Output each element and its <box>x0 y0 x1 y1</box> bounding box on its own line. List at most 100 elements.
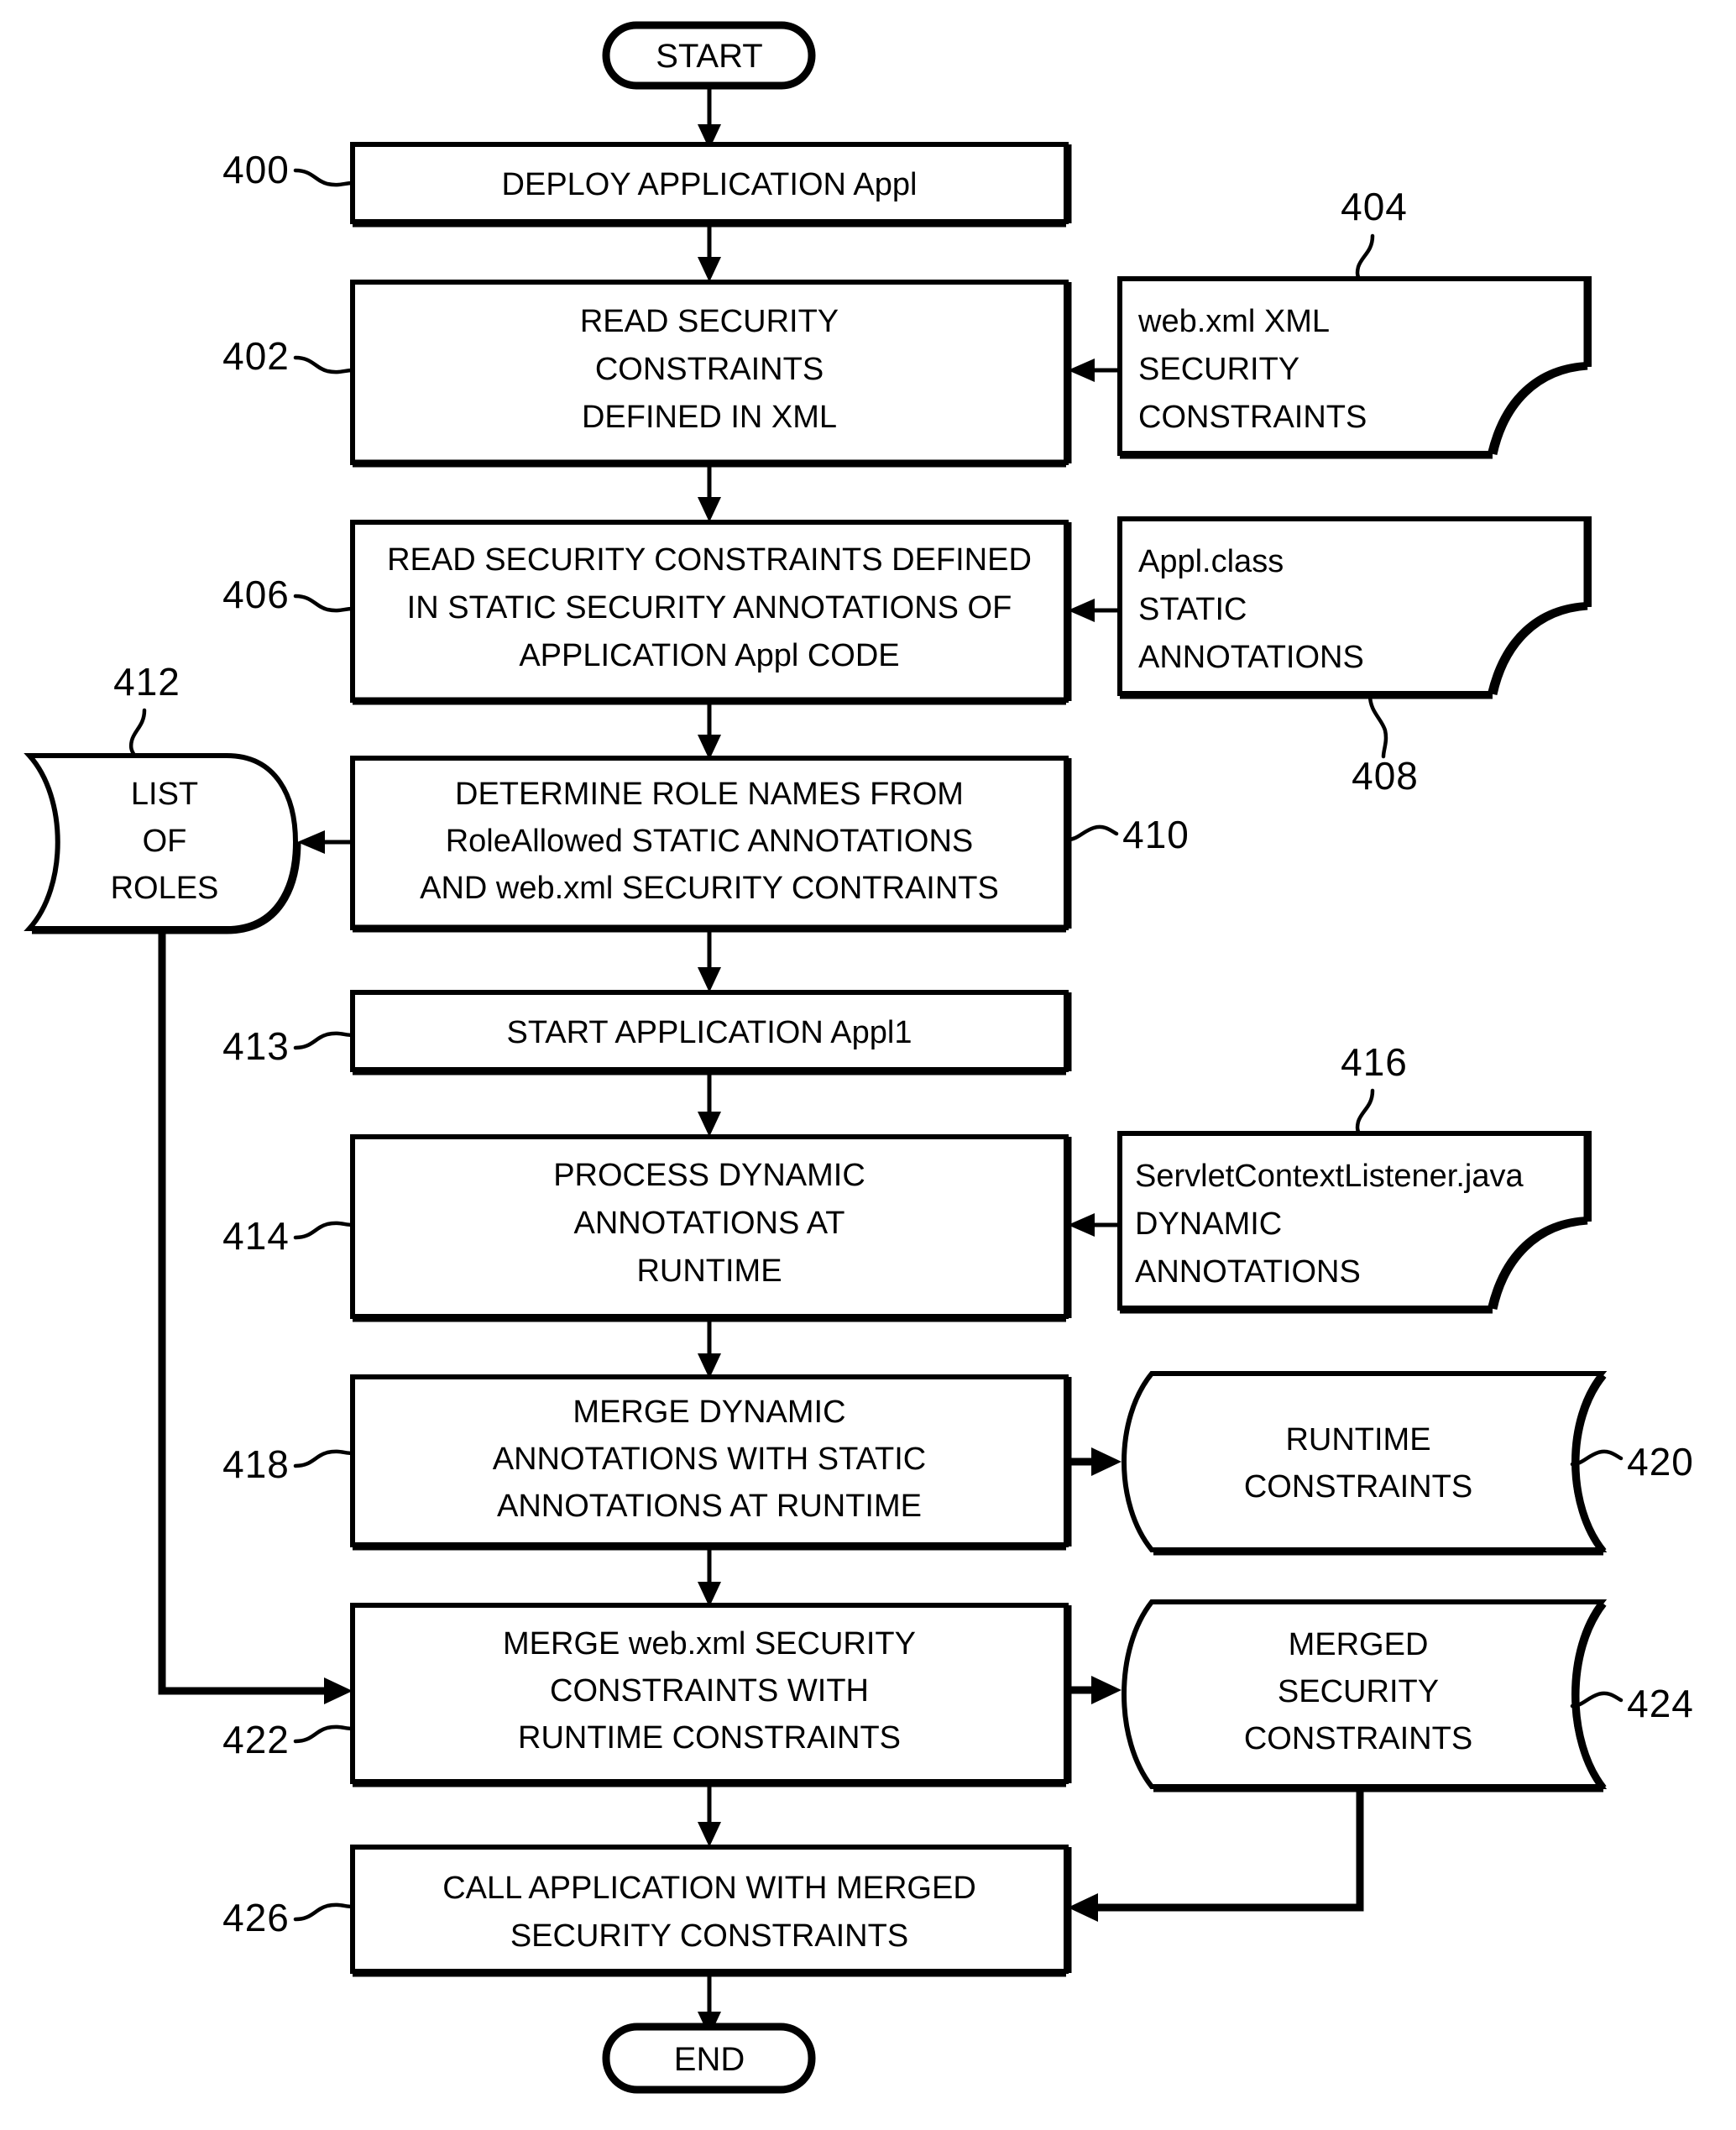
ref-number-413: 413 <box>222 1024 290 1068</box>
document-408-line-1: STATIC <box>1138 592 1247 627</box>
connector-422-to-424 <box>1068 1676 1122 1704</box>
ref-number-406: 406 <box>222 573 290 616</box>
flowchart-canvas: START DEPLOY APPLICATION Appl 400 READ S… <box>24 21 1694 2094</box>
document-404-line-0: web.xml XML <box>1137 304 1330 339</box>
process-step-426-line-0: CALL APPLICATION WITH MERGED <box>442 1871 976 1906</box>
ref-number-426: 426 <box>222 1896 290 1939</box>
ref-callout-416: 416 <box>1341 1040 1408 1136</box>
document-416-line-2: ANNOTATIONS <box>1135 1254 1361 1290</box>
connector-413-to-414 <box>698 1071 721 1137</box>
process-step-426: CALL APPLICATION WITH MERGED SECURITY CO… <box>350 1845 1072 1977</box>
process-step-414-line-1: ANNOTATIONS AT <box>573 1206 844 1241</box>
ref-callout-426: 426 <box>222 1896 355 1939</box>
process-step-410: DETERMINE ROLE NAMES FROM RoleAllowed ST… <box>350 756 1072 933</box>
ref-callout-420: 420 <box>1570 1440 1694 1484</box>
stored-data-424-line-1: SECURITY <box>1278 1674 1439 1709</box>
document-408: Appl.class STATIC ANNOTATIONS <box>1117 516 1592 699</box>
document-404-line-1: SECURITY <box>1138 352 1299 387</box>
stored-data-424-line-0: MERGED <box>1289 1627 1429 1662</box>
process-step-413-line-0: START APPLICATION Appl1 <box>507 1015 912 1050</box>
connector-406-to-410 <box>698 701 721 760</box>
ref-number-402: 402 <box>222 334 290 378</box>
process-step-402-line-0: READ SECURITY <box>580 304 839 339</box>
ref-callout-408: 408 <box>1352 693 1418 798</box>
stored-data-424-line-2: CONSTRAINTS <box>1244 1721 1472 1756</box>
connector-418-to-422 <box>698 1546 721 1607</box>
document-408-line-2: ANNOTATIONS <box>1138 640 1364 675</box>
ref-number-418: 418 <box>222 1442 290 1486</box>
ref-callout-410: 410 <box>1065 813 1190 856</box>
ref-callout-414: 414 <box>222 1214 355 1258</box>
connector-start-to-400 <box>698 86 721 149</box>
ref-callout-424: 424 <box>1570 1682 1693 1725</box>
process-step-406: READ SECURITY CONSTRAINTS DEFINED IN STA… <box>350 520 1072 705</box>
connector-410-to-412 <box>297 830 353 854</box>
process-step-422-line-1: CONSTRAINTS WITH <box>550 1673 869 1709</box>
process-step-418-line-0: MERGE DYNAMIC <box>573 1395 845 1430</box>
process-step-413: START APPLICATION Appl1 <box>350 990 1072 1075</box>
process-step-414-line-2: RUNTIME <box>636 1253 782 1289</box>
process-step-410-line-1: RoleAllowed STATIC ANNOTATIONS <box>446 824 974 859</box>
ref-callout-406: 406 <box>222 573 355 616</box>
connector-404-to-402 <box>1068 358 1120 382</box>
process-step-426-line-1: SECURITY CONSTRAINTS <box>510 1918 908 1954</box>
process-step-422-line-0: MERGE web.xml SECURITY <box>503 1626 916 1662</box>
patent-figure: START DEPLOY APPLICATION Appl 400 READ S… <box>0 0 1736 2130</box>
connector-418-to-420 <box>1068 1447 1122 1476</box>
ref-callout-418: 418 <box>222 1442 355 1486</box>
terminal-start: START <box>602 21 816 90</box>
ref-callout-404: 404 <box>1341 185 1408 281</box>
stored-data-412-line-2: ROLES <box>111 871 219 906</box>
ref-callout-402: 402 <box>222 334 355 378</box>
stored-data-412-line-1: OF <box>143 824 187 859</box>
ref-number-414: 414 <box>222 1214 290 1258</box>
process-step-406-line-0: READ SECURITY CONSTRAINTS DEFINED <box>387 542 1032 578</box>
stored-data-424: MERGED SECURITY CONSTRAINTS <box>1122 1599 1608 1792</box>
connector-416-to-414 <box>1068 1213 1120 1237</box>
stored-data-420-line-1: CONSTRAINTS <box>1244 1469 1472 1505</box>
document-416-line-0: ServletContextListener.java <box>1135 1159 1524 1194</box>
ref-callout-413: 413 <box>222 1024 355 1068</box>
terminal-end: END <box>602 2023 816 2094</box>
process-step-402: READ SECURITY CONSTRAINTS DEFINED IN XML <box>350 280 1072 468</box>
connector-414-to-418 <box>698 1318 721 1379</box>
connector-422-to-426 <box>698 1783 721 1847</box>
stored-data-412-line-0: LIST <box>131 777 198 812</box>
process-step-414: PROCESS DYNAMIC ANNOTATIONS AT RUNTIME <box>350 1134 1072 1322</box>
document-416: ServletContextListener.java DYNAMIC ANNO… <box>1117 1131 1592 1314</box>
document-416-line-1: DYNAMIC <box>1135 1206 1282 1242</box>
ref-number-412: 412 <box>113 660 180 704</box>
process-step-418-line-2: ANNOTATIONS AT RUNTIME <box>497 1489 922 1524</box>
document-404-line-2: CONSTRAINTS <box>1138 400 1367 435</box>
process-step-418-line-1: ANNOTATIONS WITH STATIC <box>493 1442 927 1477</box>
process-step-414-line-0: PROCESS DYNAMIC <box>553 1158 865 1193</box>
document-408-line-0: Appl.class <box>1138 544 1284 579</box>
ref-callout-412: 412 <box>113 660 180 758</box>
process-step-422: MERGE web.xml SECURITY CONSTRAINTS WITH … <box>350 1603 1072 1787</box>
process-step-402-line-2: DEFINED IN XML <box>582 400 837 435</box>
process-step-406-line-2: APPLICATION Appl CODE <box>519 638 899 673</box>
connector-400-to-402 <box>698 223 721 282</box>
ref-number-410: 410 <box>1122 813 1190 856</box>
ref-callout-422: 422 <box>222 1718 355 1761</box>
terminal-end-label: END <box>674 2041 745 2078</box>
stored-data-420: RUNTIME CONSTRAINTS <box>1122 1371 1608 1556</box>
ref-number-404: 404 <box>1341 185 1408 228</box>
process-step-422-line-2: RUNTIME CONSTRAINTS <box>518 1720 901 1756</box>
process-step-400: DEPLOY APPLICATION Appl <box>350 142 1072 228</box>
ref-number-400: 400 <box>222 148 290 191</box>
process-step-418: MERGE DYNAMIC ANNOTATIONS WITH STATIC AN… <box>350 1374 1072 1551</box>
process-step-402-line-1: CONSTRAINTS <box>595 352 824 387</box>
process-step-406-line-1: IN STATIC SECURITY ANNOTATIONS OF <box>407 590 1012 625</box>
connector-424-to-426 <box>1068 1790 1364 1922</box>
terminal-start-label: START <box>656 38 762 75</box>
process-step-410-line-2: AND web.xml SECURITY CONTRAINTS <box>420 871 999 906</box>
ref-callout-400: 400 <box>222 148 355 191</box>
ref-number-416: 416 <box>1341 1040 1408 1084</box>
ref-number-420: 420 <box>1627 1440 1694 1484</box>
connector-402-to-406 <box>698 463 721 522</box>
stored-data-420-line-0: RUNTIME <box>1285 1422 1430 1458</box>
stored-data-412: LIST OF ROLES <box>24 753 301 934</box>
connector-410-to-413 <box>698 929 721 992</box>
document-404: web.xml XML SECURITY CONSTRAINTS <box>1117 276 1592 459</box>
